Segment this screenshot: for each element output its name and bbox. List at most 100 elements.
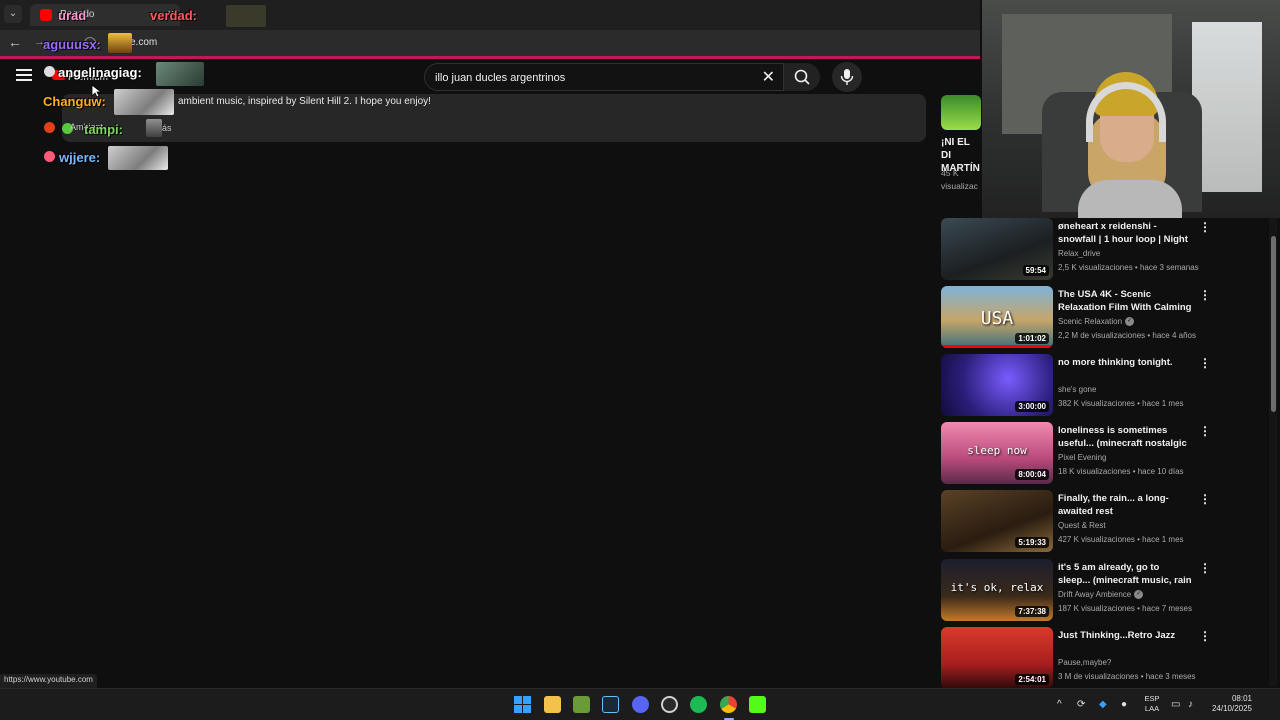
tray-overflow-icon[interactable]: ^ [1057,699,1062,710]
clear-search-icon[interactable]: ✕ [762,67,775,87]
channel-name[interactable]: Quest & Rest [1058,521,1106,530]
address-bar: ← → e.com [0,30,980,56]
verified-badge-icon: ✓ [1125,317,1135,327]
video-title[interactable]: no more thinking tonight. [1058,356,1194,369]
search-button[interactable] [784,63,820,91]
more-options-icon[interactable]: ⋮ [1199,288,1211,302]
channel-name[interactable]: Pixel Evening [1058,453,1106,462]
channel-name-text: Pixel Evening [1058,453,1107,462]
video-thumbnail[interactable]: 7:37:38 it's ok, relax [941,559,1053,621]
channel-name-text: she's gone [1058,385,1097,394]
channel-name-text: Quest & Rest [1058,521,1106,530]
microphone-icon [840,69,854,85]
more-options-icon[interactable]: ⋮ [1199,561,1211,575]
video-stats: 382 K visualizaciones • hace 1 mes [1058,399,1184,408]
recommendation-item[interactable]: 3:00:00 no more thinking tonight. she's go… [941,354,1261,418]
recommendation-item[interactable]: 2:54:01 Just Thinking...Retro Jazz Pause,m… [941,627,1261,691]
more-options-icon[interactable]: ⋮ [1199,492,1211,506]
chrome-icon[interactable] [720,696,737,713]
chat-username: urad [58,8,87,23]
discord-icon[interactable] [632,696,649,713]
obs-icon[interactable] [661,696,678,713]
video-stats: 2,2 M de visualizaciones • hace 4 años [1058,331,1196,340]
channel-name[interactable]: Scenic Relaxation ✓ [1058,317,1135,327]
more-options-icon[interactable]: ⋮ [1199,220,1211,234]
recommendation-item[interactable]: 5:19:33 Finally, the rain... a long-await… [941,490,1261,554]
video-thumbnail[interactable]: 2:54:01 [941,627,1053,689]
video-thumbnail[interactable]: 8:00:04 sleep now [941,422,1053,484]
search-input[interactable]: illo juan ducles argentrinos ✕ [424,63,784,91]
windows-taskbar: ^ ⟳ ◆ ● ESP LAA ▭ ♪ 08:01 24/10/2025 [0,688,1280,720]
video-title[interactable]: Finally, the rain... a long-awaited rest [1058,492,1194,518]
channel-name[interactable]: Drift Away Ambience ✓ [1058,590,1144,600]
chat-emote [226,5,266,27]
chat-emote [108,146,168,170]
more-options-icon[interactable]: ⋮ [1199,356,1211,370]
recommendation-item[interactable]: 7:37:38 it's ok, relax it's 5 am already, … [941,559,1261,623]
top-recommendation-thumbnail[interactable] [941,95,981,130]
video-title[interactable]: øneheart x reidenshi - snowfall | 1 hour… [1058,220,1194,247]
recommendation-item[interactable]: 1:01:02 USA The USA 4K - Scenic Relaxation… [941,286,1261,350]
language-code: ESP [1144,694,1160,703]
url-field[interactable]: e.com [130,37,157,48]
voice-search-button[interactable] [832,62,862,92]
video-stats: 2,5 K visualizaciones • hace 3 semanas [1058,263,1199,272]
video-duration: 59:54 [1022,265,1049,276]
kick-icon[interactable] [749,696,766,713]
keyboard-language[interactable]: ESP LAA [1140,694,1164,714]
menu-icon[interactable] [16,69,32,81]
thumbnail-overlay-text: USA [980,308,1014,329]
chat-emote [114,89,174,115]
network-icon[interactable]: ▭ [1171,699,1180,710]
channel-name[interactable]: she's gone [1058,385,1096,394]
steam-icon[interactable] [602,696,619,713]
channel-name[interactable]: Pause,maybe? [1058,658,1111,667]
channel-name-text: Pause,maybe? [1058,658,1112,667]
search-query-text: illo juan ducles argentrinos [435,72,566,84]
back-arrow-icon[interactable]: ← [8,34,22,50]
video-thumbnail[interactable]: 59:54 [941,218,1053,280]
watch-progress-bar [941,345,1053,348]
recommendation-item[interactable]: 8:00:04 sleep now loneliness is sometimes … [941,422,1261,486]
more-options-icon[interactable]: ⋮ [1199,424,1211,438]
video-title[interactable]: it's 5 am already, go to sleep... (minec… [1058,561,1194,588]
file-explorer-icon[interactable] [544,696,561,713]
chat-emote [146,119,162,137]
video-title[interactable]: Just Thinking...Retro Jazz [1058,629,1194,642]
video-title[interactable]: The USA 4K - Scenic Relaxation Film With… [1058,288,1194,315]
search-icon [794,69,810,85]
video-duration: 1:01:02 [1015,333,1049,344]
tray-security-icon[interactable]: ◆ [1099,699,1107,710]
top-recommendation-views-label: visualizac [941,181,978,191]
video-stats: 3 M de visualizaciones • hace 3 meses [1058,672,1196,681]
spotify-icon[interactable] [690,696,707,713]
video-thumbnail[interactable]: 3:00:00 [941,354,1053,416]
video-title[interactable]: loneliness is sometimes useful... (minec… [1058,424,1194,451]
overlay-as-text: ás [162,123,172,133]
recommendation-item[interactable]: 59:54 øneheart x reidenshi - snowfall | 1… [941,218,1261,282]
video-stats: 427 K visualizaciones • hace 1 mes [1058,535,1184,544]
video-stats: 18 K visualizaciones • hace 10 días [1058,467,1184,476]
channel-name[interactable]: Relax_drive [1058,249,1100,258]
video-duration: 8:00:04 [1015,469,1049,480]
chat-username: angelinagiag: [58,65,142,80]
minecraft-icon[interactable] [573,696,590,713]
keyboard-layout: LAA [1144,704,1160,713]
more-options-icon[interactable]: ⋮ [1199,629,1211,643]
video-thumbnail[interactable]: 1:01:02 USA [941,286,1053,348]
status-link-preview: https://www.youtube.com [0,674,97,688]
volume-icon[interactable]: ♪ [1188,699,1193,710]
tray-sync-icon[interactable]: ⟳ [1077,699,1085,710]
chat-badge-icon [44,122,55,133]
video-thumbnail[interactable]: 5:19:33 [941,490,1053,552]
sidebar-scrollbar-thumb[interactable] [1271,236,1276,412]
windows-start-icon[interactable] [514,696,531,713]
chat-emote [156,62,204,86]
tab-search-button[interactable]: ⌄ [4,5,22,23]
browser-tab-bar: ⌄ Pegado × + [0,0,980,30]
system-clock[interactable]: 08:01 24/10/2025 [1204,694,1252,714]
clock-time: 08:01 [1231,694,1252,703]
thumbnail-overlay-text: sleep now [967,444,1027,457]
tray-mic-icon[interactable]: ● [1121,699,1127,710]
chat-username: verdad: [150,8,197,23]
